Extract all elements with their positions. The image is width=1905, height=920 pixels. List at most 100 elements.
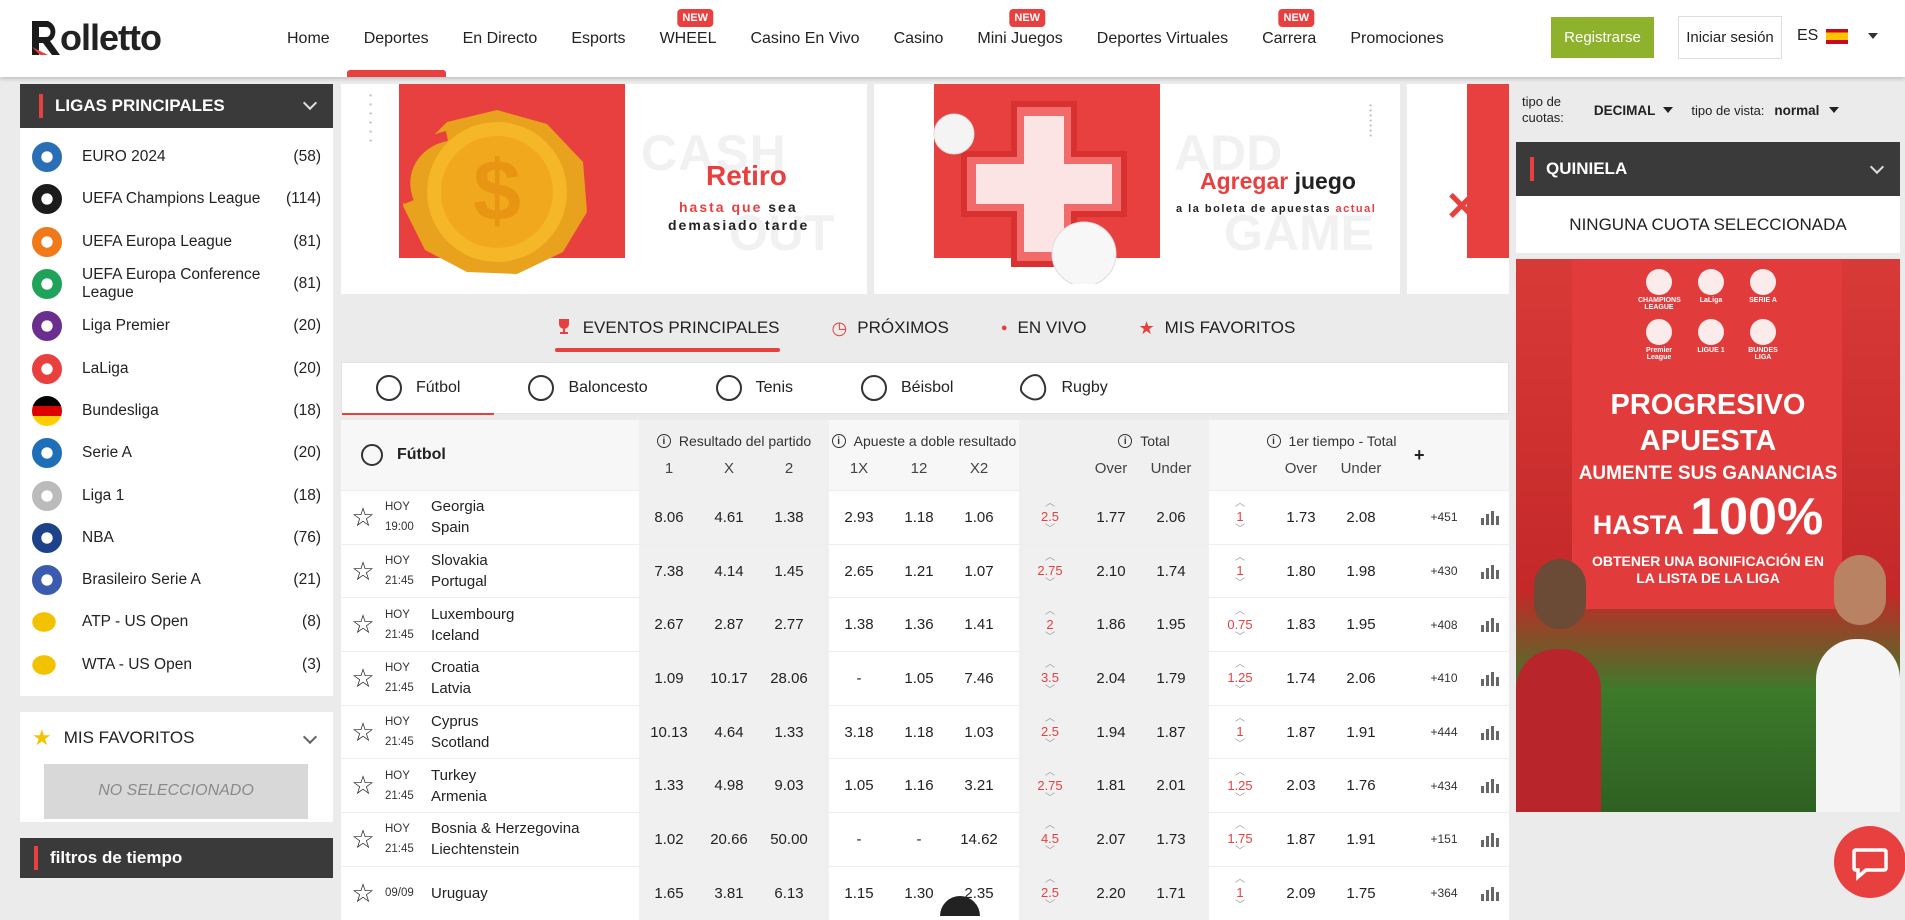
favorite-star-icon[interactable]: ☆ — [341, 878, 385, 909]
league-item[interactable]: UEFA Europa Conference League (81) — [20, 263, 333, 305]
nav-item-home[interactable]: Home — [270, 0, 347, 77]
odds-cell[interactable]: 1.36 — [889, 598, 949, 651]
first-half-line-stepper[interactable]: ︿ 1 ﹀ — [1209, 706, 1271, 759]
total-line-stepper[interactable]: ︿ 2.5 ﹀ — [1019, 706, 1081, 759]
arrow-down-icon[interactable]: ﹀ — [1235, 901, 1245, 911]
odds-cell[interactable]: 1.33 — [759, 706, 819, 759]
odds-cell[interactable]: 1.87 — [1141, 706, 1201, 759]
league-item[interactable]: WTA - US Open (3) — [20, 644, 333, 686]
odds-cell[interactable]: 1.95 — [1141, 598, 1201, 651]
odds-cell[interactable]: 1.86 — [1081, 598, 1141, 651]
favorite-star-icon[interactable]: ☆ — [341, 556, 385, 587]
time-filters-header[interactable]: filtros de tiempo — [20, 837, 333, 878]
favorite-star-icon[interactable]: ☆ — [341, 609, 385, 640]
arrow-up-icon[interactable]: ︿ — [1235, 767, 1245, 777]
odds-cell[interactable]: 2.08 — [1331, 491, 1391, 544]
odds-cell[interactable]: 3.18 — [829, 706, 889, 759]
odds-cell[interactable]: 1.03 — [949, 706, 1009, 759]
odds-cell[interactable]: 1.76 — [1331, 759, 1391, 812]
statistics-icon[interactable] — [1474, 831, 1506, 848]
register-button[interactable]: Registrarse — [1551, 17, 1654, 58]
arrow-up-icon[interactable]: ︿ — [1235, 553, 1245, 563]
total-line-stepper[interactable]: ︿ 4.5 ﹀ — [1019, 813, 1081, 866]
odds-cell[interactable]: 10.13 — [639, 706, 699, 759]
odds-cell[interactable]: 1.38 — [829, 598, 889, 651]
favorite-star-icon[interactable]: ☆ — [341, 502, 385, 533]
nav-item-promociones[interactable]: Promociones — [1333, 0, 1460, 77]
odds-cell[interactable]: 2.87 — [699, 598, 759, 651]
first-half-line-stepper[interactable]: ︿ 1.75 ﹀ — [1209, 813, 1271, 866]
tab-en-vivo[interactable]: ● EN VIVO — [1001, 308, 1087, 348]
odds-type-select[interactable]: DECIMAL — [1594, 103, 1674, 118]
odds-cell[interactable]: 1.80 — [1271, 545, 1331, 598]
sport-tab-baloncesto[interactable]: Baloncesto — [494, 362, 681, 414]
first-half-line-stepper[interactable]: ︿ 1 ﹀ — [1209, 491, 1271, 544]
odds-cell[interactable]: 3.21 — [949, 759, 1009, 812]
tab-eventos-principales[interactable]: EVENTOS PRINCIPALES — [554, 308, 780, 352]
odds-cell[interactable]: 4.14 — [699, 545, 759, 598]
arrow-down-icon[interactable]: ﹀ — [1235, 632, 1245, 642]
info-icon[interactable]: i — [1266, 434, 1281, 448]
arrow-up-icon[interactable]: ︿ — [1045, 767, 1055, 777]
statistics-icon[interactable] — [1474, 777, 1506, 794]
league-item[interactable]: EURO 2024 (58) — [20, 136, 333, 178]
arrow-down-icon[interactable]: ﹀ — [1235, 793, 1245, 803]
odds-cell[interactable]: 10.17 — [699, 652, 759, 705]
odds-cell[interactable]: 2.65 — [829, 545, 889, 598]
odds-cell[interactable]: 1.94 — [1081, 706, 1141, 759]
odds-cell[interactable]: 1.65 — [639, 867, 699, 920]
odds-cell[interactable]: 1.75 — [1331, 867, 1391, 920]
info-icon[interactable]: i — [656, 434, 671, 448]
arrow-down-icon[interactable]: ﹀ — [1045, 579, 1055, 589]
arrow-down-icon[interactable]: ﹀ — [1235, 579, 1245, 589]
match-info[interactable]: ☆ HOY 21:45 Luxembourg Iceland — [341, 598, 639, 651]
info-icon[interactable]: i — [831, 434, 846, 448]
arrow-down-icon[interactable]: ﹀ — [1235, 525, 1245, 535]
odds-cell[interactable]: 1.33 — [639, 759, 699, 812]
arrow-up-icon[interactable]: ︿ — [1235, 499, 1245, 509]
odds-cell[interactable]: 2.77 — [759, 598, 819, 651]
league-item[interactable]: Liga 1 (18) — [20, 474, 333, 516]
odds-cell[interactable]: 4.61 — [699, 491, 759, 544]
odds-cell[interactable]: 2.10 — [1081, 545, 1141, 598]
sport-tab-tenis[interactable]: Tenis — [682, 362, 827, 414]
odds-cell[interactable]: 1.71 — [1141, 867, 1201, 920]
odds-cell[interactable]: 1.09 — [639, 652, 699, 705]
info-icon[interactable]: i — [1118, 434, 1133, 448]
league-item[interactable]: LaLiga (20) — [20, 347, 333, 389]
favorite-star-icon[interactable]: ☆ — [341, 770, 385, 801]
odds-cell[interactable]: 2.01 — [1141, 759, 1201, 812]
total-line-stepper[interactable]: ︿ 2.5 ﹀ — [1019, 491, 1081, 544]
odds-cell[interactable]: 8.06 — [639, 491, 699, 544]
odds-cell[interactable]: 1.74 — [1141, 545, 1201, 598]
odds-cell[interactable]: 1.05 — [889, 652, 949, 705]
league-item[interactable]: UEFA Europa League (81) — [20, 221, 333, 263]
odds-cell[interactable]: 4.64 — [699, 706, 759, 759]
odds-cell[interactable]: 1.41 — [949, 598, 1009, 651]
nav-item-esports[interactable]: Esports — [554, 0, 642, 77]
first-half-line-stepper[interactable]: ︿ 1 ﹀ — [1209, 545, 1271, 598]
league-item[interactable]: Serie A (20) — [20, 432, 333, 474]
arrow-up-icon[interactable]: ︿ — [1045, 553, 1055, 563]
odds-cell[interactable]: 4.98 — [699, 759, 759, 812]
view-type-select[interactable]: normal — [1774, 103, 1840, 118]
odds-cell[interactable]: 14.62 — [949, 813, 1009, 866]
favorites-header[interactable]: ★ MIS FAVORITOS — [20, 712, 333, 764]
odds-cell[interactable]: 1.91 — [1331, 706, 1391, 759]
partial-banner[interactable]: ✕ — [1407, 84, 1509, 294]
first-half-line-stepper[interactable]: ︿ 1 ﹀ — [1209, 867, 1271, 920]
odds-cell[interactable]: 1.06 — [949, 491, 1009, 544]
arrow-down-icon[interactable]: ﹀ — [1045, 525, 1055, 535]
arrow-up-icon[interactable]: ︿ — [1045, 821, 1055, 831]
odds-cell[interactable]: 1.05 — [829, 759, 889, 812]
odds-cell[interactable]: 1.98 — [1331, 545, 1391, 598]
favorite-star-icon[interactable]: ☆ — [341, 717, 385, 748]
odds-cell[interactable]: 1.91 — [1331, 813, 1391, 866]
odds-cell[interactable]: 2.03 — [1271, 759, 1331, 812]
odds-cell[interactable]: 2.07 — [1081, 813, 1141, 866]
main-leagues-header[interactable]: LIGAS PRINCIPALES — [20, 84, 333, 128]
statistics-icon[interactable] — [1474, 509, 1506, 525]
odds-cell[interactable]: 2.20 — [1081, 867, 1141, 920]
match-info[interactable]: ☆ 09/09 Uruguay — [341, 867, 639, 920]
total-line-stepper[interactable]: ︿ 2 ﹀ — [1019, 598, 1081, 651]
